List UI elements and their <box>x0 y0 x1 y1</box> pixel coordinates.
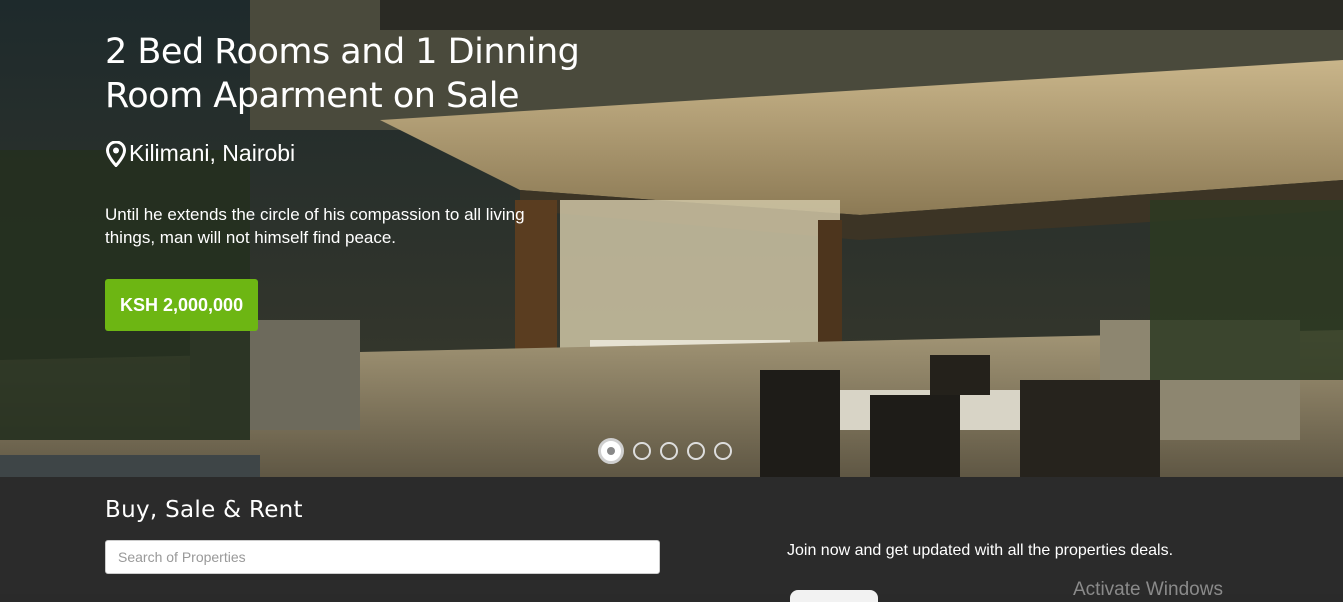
section-title: Buy, Sale & Rent <box>105 497 303 523</box>
listing-title: 2 Bed Rooms and 1 Dinning Room Aparment … <box>105 32 580 116</box>
newsletter-text: Join now and get updated with all the pr… <box>787 542 1174 559</box>
slider-pagination <box>598 438 732 464</box>
hero-caption: 2 Bed Rooms and 1 Dinning Room Aparment … <box>105 30 585 331</box>
map-pin-icon <box>105 140 127 167</box>
price-button[interactable]: KSH 2,000,000 <box>105 279 259 331</box>
location-text: Kilimani, Nairobi <box>129 140 296 166</box>
property-search-input[interactable] <box>105 540 660 574</box>
join-button[interactable] <box>790 590 878 602</box>
listing-description: Until he extends the circle of his compa… <box>105 205 525 247</box>
slide-dot-5[interactable] <box>714 442 732 460</box>
slide-dot-1[interactable] <box>598 438 624 464</box>
slide-dot-3[interactable] <box>660 442 678 460</box>
listing-location: Kilimani, Nairobi <box>105 140 585 167</box>
search-section: Buy, Sale & Rent Join now and get update… <box>0 477 1343 602</box>
slide-dot-2[interactable] <box>633 442 651 460</box>
windows-watermark: Activate Windows <box>1073 579 1223 600</box>
slide-dot-4[interactable] <box>687 442 705 460</box>
hero-slider: 2 Bed Rooms and 1 Dinning Room Aparment … <box>0 0 1343 477</box>
